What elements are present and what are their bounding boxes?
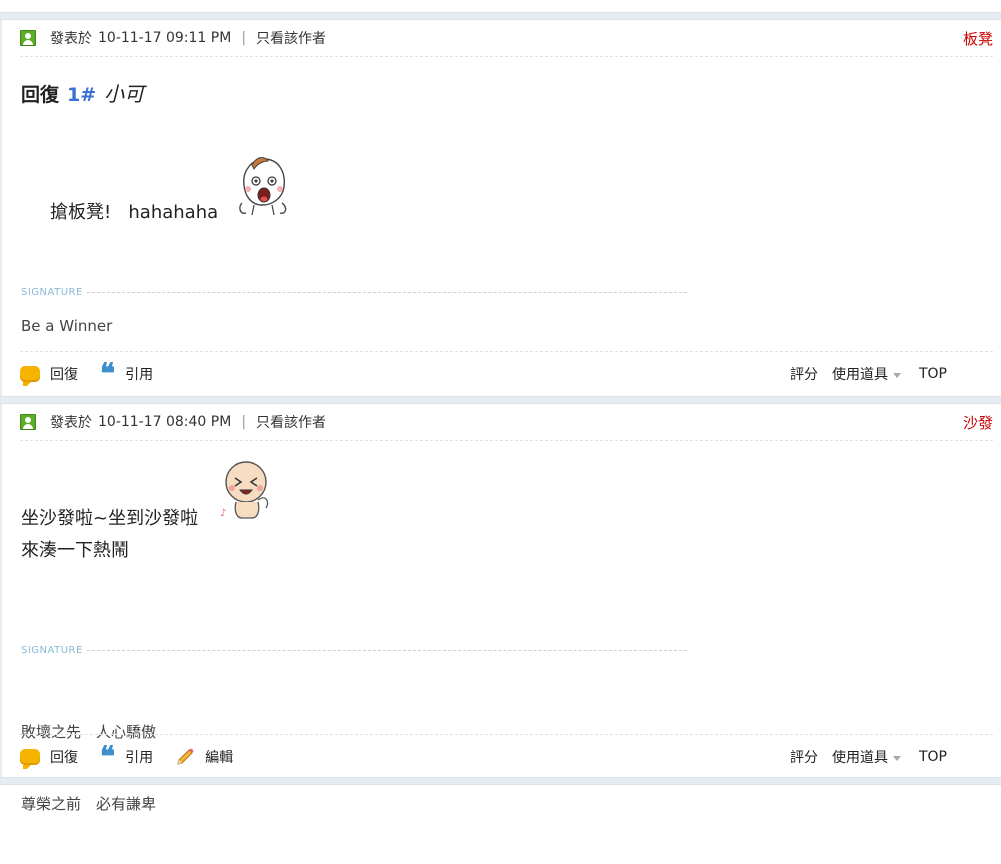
- speech-bubble-icon: [20, 366, 40, 386]
- pencil-icon: [177, 748, 194, 765]
- signature-divider: [86, 292, 687, 293]
- post-floor-2: 發表於 10-11-17 08:40 PM | 只看該作者 沙發 坐沙發啦~坐到…: [0, 404, 1001, 813]
- top-link[interactable]: TOP: [919, 749, 947, 765]
- reply-label: 回復: [50, 750, 78, 766]
- floor-name-link[interactable]: 板凳: [963, 28, 993, 49]
- reply-user-name: 小可: [104, 82, 145, 106]
- posted-prefix: 發表於: [50, 415, 92, 431]
- top-link[interactable]: TOP: [919, 366, 947, 382]
- use-item-dropdown[interactable]: 使用道具: [832, 747, 901, 767]
- post-content-line: 來湊一下熱鬧: [21, 540, 129, 561]
- use-item-dropdown[interactable]: 使用道具: [832, 364, 901, 384]
- post-meta-bar: 發表於 10-11-17 09:11 PM | 只看該作者 板凳: [20, 20, 993, 57]
- reply-prefix: 回復: [21, 84, 60, 106]
- floor-name-link[interactable]: 沙發: [963, 412, 993, 433]
- post-footer: 回復 ❝ 引用 評分 使用道具 TOP: [20, 351, 993, 396]
- edit-label: 編輯: [205, 750, 234, 766]
- laughing-bun-emoticon: ♪: [220, 461, 269, 519]
- reply-button[interactable]: 回復: [20, 747, 78, 769]
- chevron-down-icon: [892, 755, 901, 761]
- post-content-line: 坐沙發啦~坐到沙發啦: [21, 508, 199, 529]
- signature-label: SIGNATURE: [21, 645, 687, 656]
- meta-separator: |: [241, 30, 247, 46]
- signature-line: 尊榮之前 必有謙卑: [21, 795, 157, 813]
- edit-button[interactable]: 編輯: [175, 747, 233, 767]
- post-datetime: 10-11-17 08:40 PM: [98, 414, 232, 430]
- only-author-link[interactable]: 只看該作者: [256, 412, 326, 432]
- signature-text: Be a Winner: [21, 314, 112, 338]
- signature-divider: [86, 650, 687, 651]
- use-item-label: 使用道具: [831, 750, 888, 766]
- quote-label: 引用: [125, 367, 154, 383]
- post-separator: [0, 396, 1001, 404]
- signature-line: Be a Winner: [21, 317, 113, 335]
- footer-actions-right: 評分 使用道具 TOP: [776, 747, 993, 767]
- svg-text:♪: ♪: [220, 508, 226, 519]
- reply-label: 回復: [50, 367, 78, 383]
- signature-label: SIGNATURE: [21, 287, 687, 298]
- chevron-down-icon: [892, 372, 901, 378]
- post-separator: [0, 12, 1001, 20]
- posted-prefix: 發表於: [50, 31, 92, 47]
- reply-floor-link[interactable]: 1#: [67, 84, 96, 106]
- post-separator: [0, 777, 1001, 785]
- reply-button[interactable]: 回復: [20, 364, 78, 386]
- post-content-line: 搶板凳! hahahaha: [50, 202, 219, 223]
- quote-button[interactable]: ❝ 引用: [100, 357, 154, 390]
- post-meta-bar: 發表於 10-11-17 08:40 PM | 只看該作者 沙發: [20, 404, 993, 441]
- use-item-label: 使用道具: [831, 367, 888, 383]
- signature-label-text: SIGNATURE: [21, 287, 83, 298]
- quote-icon: ❝: [100, 740, 116, 773]
- quote-label: 引用: [125, 750, 154, 766]
- reply-title: 回復 1# 小可: [21, 78, 144, 107]
- meta-separator: |: [241, 414, 247, 430]
- post-floor-3: 發表於 10-11-17 09:11 PM | 只看該作者 板凳 回復 1# 小…: [0, 20, 1001, 396]
- rate-button[interactable]: 評分: [790, 364, 818, 384]
- footer-actions-right: 評分 使用道具 TOP: [776, 364, 993, 384]
- speech-bubble-icon: [20, 749, 40, 769]
- quote-icon: ❝: [100, 357, 116, 390]
- signature-label-text: SIGNATURE: [21, 645, 83, 656]
- user-online-icon: [20, 30, 36, 46]
- quote-button[interactable]: ❝ 引用: [100, 740, 154, 773]
- user-online-icon: [20, 414, 36, 430]
- rate-button[interactable]: 評分: [790, 747, 818, 767]
- post-footer: 回復 ❝ 引用 編輯 評分 使用道具 TOP: [20, 734, 993, 779]
- only-author-link[interactable]: 只看該作者: [256, 28, 326, 48]
- shouting-onion-emoticon: [239, 157, 287, 216]
- post-datetime: 10-11-17 09:11 PM: [98, 30, 232, 46]
